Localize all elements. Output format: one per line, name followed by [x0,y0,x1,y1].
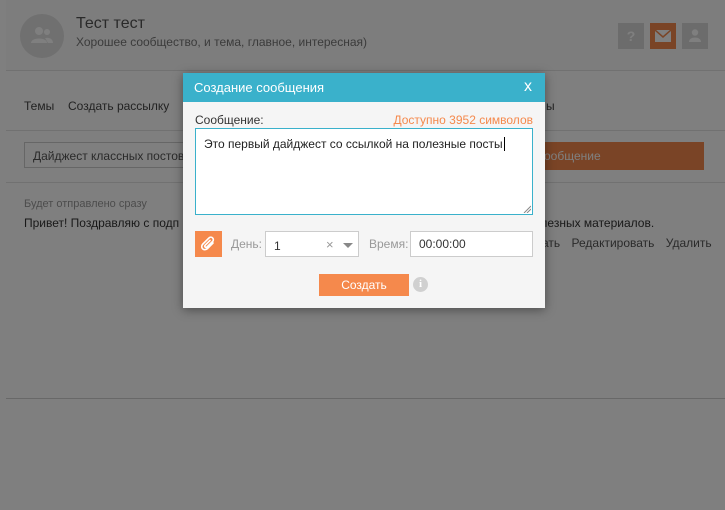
time-input[interactable]: 00:00:00 [410,231,533,257]
message-text: Это первый дайджест со ссылкой на полезн… [204,137,503,151]
create-message-dialog: Создание сообщения x Сообщение: Доступно… [183,73,545,308]
clear-icon[interactable]: × [326,237,334,252]
day-value: 1 [274,239,281,253]
create-button[interactable]: Создать [319,274,409,296]
paperclip-icon [201,236,215,251]
message-label: Сообщение: [195,113,264,127]
time-label: Время: [369,237,409,251]
day-select[interactable]: 1 × [265,231,359,257]
dialog-title: Создание сообщения [194,80,325,95]
resize-grip-icon[interactable] [523,205,531,213]
day-label: День: [231,237,263,251]
dialog-header: Создание сообщения x [183,73,545,102]
attach-button[interactable] [195,231,222,257]
char-counter: Доступно 3952 символов [393,113,533,127]
chevron-down-icon[interactable] [343,243,353,248]
message-textarea[interactable]: Это первый дайджест со ссылкой на полезн… [195,128,533,215]
close-icon[interactable]: x [524,78,532,96]
info-icon[interactable]: i [413,277,428,292]
